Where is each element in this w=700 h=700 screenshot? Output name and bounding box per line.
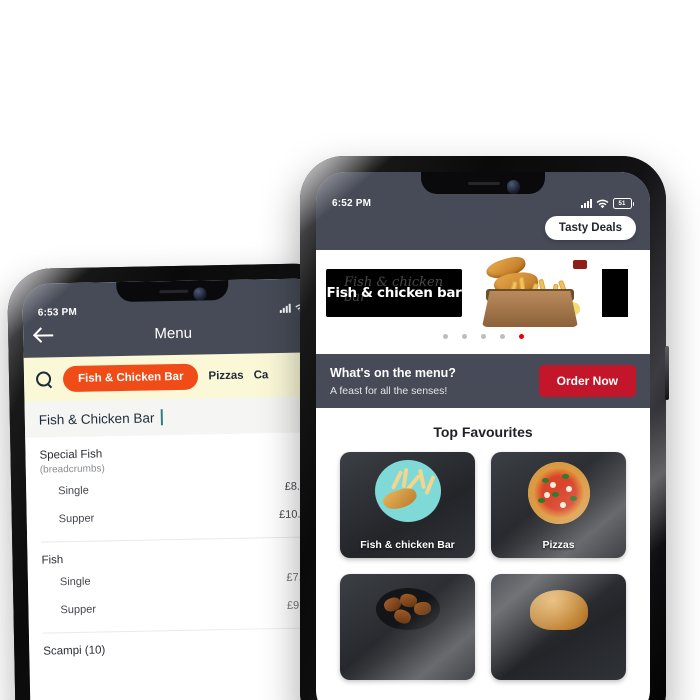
back-phone-device: 6:53 PM Menu Fish & Chicken Bar Pizzas C… [6, 262, 348, 700]
order-now-button[interactable]: Order Now [538, 365, 636, 397]
back-nav-row: Menu [23, 313, 324, 353]
back-status-time: 6:53 PM [37, 306, 78, 319]
brand-logo-script-text: Fish & chicken bar [344, 275, 444, 305]
next-slide-preview [602, 269, 628, 317]
favourite-card-burger[interactable] [491, 574, 626, 680]
menu-section-header: Fish & Chicken Bar [24, 396, 326, 438]
menu-list: Special Fish (breadcrumbs) Single £8.20 … [25, 432, 330, 660]
carousel-dot[interactable] [499, 334, 505, 339]
price-option-label: Supper [58, 512, 95, 526]
earpiece-speaker-icon [158, 289, 189, 293]
promo-carousel[interactable]: Fish & chicken bar Fish & chicken bar [316, 250, 650, 354]
kebab-image [371, 580, 445, 646]
burger-bun-image [522, 580, 596, 646]
menu-section-title: Fish & Chicken Bar [38, 409, 155, 428]
favourite-card-label: Fish & chicken Bar [360, 539, 455, 552]
promo-title: What's on the menu? [330, 365, 456, 380]
front-phone-screen: 6:52 PM 51 Tasty Deals Fish & chicken ba… [316, 172, 650, 700]
front-phone-device: 6:52 PM 51 Tasty Deals Fish & chicken ba… [300, 156, 669, 700]
favourite-card-kebab[interactable] [340, 574, 475, 680]
front-status-time: 6:52 PM [332, 198, 372, 209]
brand-logo-banner: Fish & chicken bar Fish & chicken bar [326, 269, 462, 317]
nav-title: Menu [154, 324, 193, 342]
earpiece-speaker-icon [468, 181, 501, 185]
carousel-dot[interactable] [461, 334, 467, 339]
menu-item-special-fish[interactable]: Special Fish (breadcrumbs) [39, 432, 312, 477]
favourite-card-label: Pizzas [542, 539, 575, 552]
signal-bars-icon [580, 199, 592, 208]
screenshot-stage: 6:53 PM Menu Fish & Chicken Bar Pizzas C… [0, 0, 700, 700]
price-row-supper[interactable]: Supper £10.90 [40, 500, 313, 533]
tasty-deals-button[interactable]: Tasty Deals [544, 216, 636, 240]
menu-item-name: Scampi (10) [43, 644, 106, 658]
favourites-grid: Fish & chicken Bar Pizzas [316, 452, 650, 680]
menu-item-name: Special Fish [39, 448, 103, 462]
carousel-dots[interactable] [316, 332, 650, 339]
filter-chip-ca[interactable]: Ca [254, 369, 269, 381]
favourite-card-pizzas[interactable]: Pizzas [491, 452, 626, 558]
carousel-dot-active[interactable] [518, 334, 524, 339]
text-cursor [160, 409, 163, 426]
wifi-icon [596, 199, 608, 208]
price-row-supper[interactable]: Supper £9.90 [42, 591, 314, 624]
back-phone-notch [116, 279, 229, 303]
search-icon[interactable] [36, 371, 53, 388]
carousel-dot[interactable] [442, 334, 448, 339]
battery-icon: 51 [612, 198, 634, 209]
menu-item-scampi[interactable]: Scampi (10) [43, 628, 315, 659]
price-option-label: Single [59, 575, 91, 589]
favourite-card-fish-chicken-bar[interactable]: Fish & chicken Bar [340, 452, 475, 558]
sauce-pot-icon [570, 257, 590, 271]
promo-subtitle: A feast for all the senses! [330, 384, 448, 397]
front-camera-icon [193, 287, 207, 301]
food-tray [482, 291, 578, 327]
battery-level: 51 [612, 198, 632, 209]
filter-chip-fish-chicken-bar[interactable]: Fish & Chicken Bar [62, 363, 199, 393]
back-phone-screen: 6:53 PM Menu Fish & Chicken Bar Pizzas C… [22, 278, 332, 700]
front-phone-notch [421, 172, 545, 194]
promo-banner: What's on the menu? A feast for all the … [316, 354, 650, 408]
carousel-dot[interactable] [480, 334, 486, 339]
fish-and-chips-plate-image [371, 458, 445, 524]
top-favourites-title: Top Favourites [433, 424, 533, 440]
side-power-button[interactable] [665, 346, 669, 400]
fish-and-chips-tray-image [468, 253, 596, 331]
front-camera-icon [506, 179, 521, 194]
filter-chip-bar: Fish & Chicken Bar Pizzas Ca [23, 352, 325, 402]
price-option-label: Single [58, 484, 89, 498]
price-option-label: Supper [60, 603, 97, 617]
filter-chip-pizzas[interactable]: Pizzas [208, 370, 243, 383]
pizza-image [522, 458, 596, 524]
signal-bars-icon [279, 303, 291, 313]
